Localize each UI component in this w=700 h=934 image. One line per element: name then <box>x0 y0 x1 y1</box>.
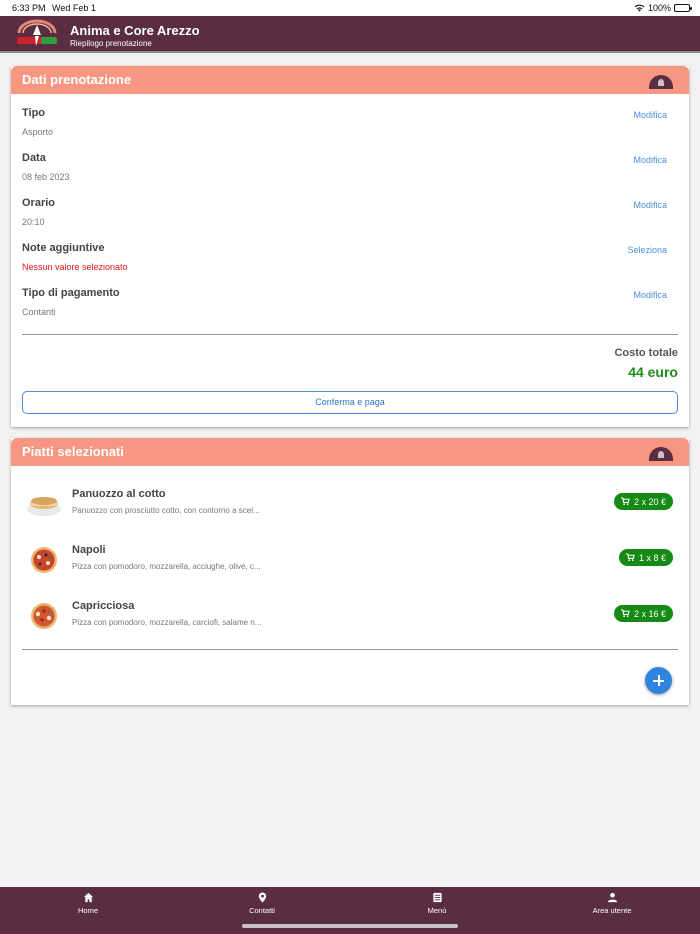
row-value: 20:10 <box>22 217 45 227</box>
row-label: Data <box>22 152 46 164</box>
quantity-text: 1 x 8 € <box>638 552 666 563</box>
app-title: Anima e Core Arezzo <box>70 23 200 38</box>
row-value: Contanti <box>22 307 56 317</box>
user-icon <box>607 892 617 903</box>
quantity-badge[interactable]: 1 x 8 € <box>618 549 673 566</box>
row-value: 08 feb 2023 <box>22 172 70 182</box>
row-label: Tipo <box>22 107 46 119</box>
dish-name: Capricciosa <box>72 600 135 612</box>
edit-date-link[interactable]: Modifica <box>633 155 667 165</box>
card-title: Piatti selezionati <box>22 444 124 459</box>
menu-book-icon <box>432 892 442 903</box>
row-label: Note aggiuntive <box>22 242 105 254</box>
edit-type-link[interactable]: Modifica <box>633 110 667 120</box>
pizza-image <box>31 603 57 629</box>
nav-label: Home <box>77 906 98 915</box>
nav-item-menu[interactable]: Menù <box>397 892 477 915</box>
home-icon <box>83 892 93 903</box>
app-header: Anima e Core Arezzo Riepilogo prenotazio… <box>0 16 700 53</box>
nav-label: Contatti <box>249 906 275 915</box>
cart-icon <box>620 497 630 506</box>
divider <box>22 649 678 650</box>
status-right: 100% <box>634 3 692 13</box>
quantity-text: 2 x 16 € <box>633 608 666 619</box>
dish-description: Pizza con pomodoro, mozzarella, acciughe… <box>72 562 261 571</box>
quantity-text: 2 x 20 € <box>633 496 666 507</box>
nav-item-user-area[interactable]: Area utente <box>572 892 652 915</box>
dish-name: Napoli <box>72 544 106 556</box>
cart-icon <box>620 609 630 618</box>
restaurant-logo-icon <box>17 19 57 46</box>
card-header: Piatti selezionati <box>11 438 689 466</box>
booking-summary-card: Dati prenotazione Tipo Asporto Modifica … <box>11 66 689 427</box>
sandwich-image <box>27 497 61 516</box>
edit-payment-link[interactable]: Modifica <box>633 290 667 300</box>
dish-description: Pizza con pomodoro, mozzarella, carciofi… <box>72 618 262 627</box>
total-label: Costo totale <box>614 347 678 359</box>
total-value: 44 euro <box>628 364 678 380</box>
pizza-oven-icon <box>649 75 673 89</box>
add-dish-button[interactable] <box>645 667 672 694</box>
dish-item[interactable]: Panuozzo al cotto Panuozzo con prosciutt… <box>22 486 678 522</box>
card-header: Dati prenotazione <box>11 66 689 94</box>
row-label: Orario <box>22 197 56 209</box>
row-value: Nessun valore selezionato <box>22 262 128 272</box>
quantity-badge[interactable]: 2 x 16 € <box>613 605 673 622</box>
dish-item[interactable]: Capricciosa Pizza con pomodoro, mozzarel… <box>22 598 678 634</box>
dish-item[interactable]: Napoli Pizza con pomodoro, mozzarella, a… <box>22 542 678 578</box>
card-title: Dati prenotazione <box>22 72 132 87</box>
cart-icon <box>625 553 635 562</box>
select-notes-link[interactable]: Seleziona <box>627 245 667 255</box>
dish-name: Panuozzo al cotto <box>72 488 166 500</box>
status-date: Wed Feb 1 <box>52 3 96 13</box>
row-label: Tipo di pagamento <box>22 287 120 299</box>
edit-time-link[interactable]: Modifica <box>633 200 667 210</box>
nav-label: Menù <box>427 906 447 915</box>
pizza-oven-icon <box>649 447 673 461</box>
status-bar: 6:33 PM Wed Feb 1 100% <box>0 0 700 16</box>
nav-item-contacts[interactable]: Contatti <box>222 892 302 915</box>
nav-item-home[interactable]: Home <box>48 892 128 915</box>
home-indicator <box>242 924 458 928</box>
page-subtitle: Riepilogo prenotazione <box>70 39 152 48</box>
quantity-badge[interactable]: 2 x 20 € <box>613 493 673 510</box>
nav-label: Area utente <box>592 906 632 915</box>
row-value: Asporto <box>22 127 54 137</box>
battery-percent: 100% <box>647 3 671 13</box>
battery-icon <box>674 4 692 12</box>
location-pin-icon <box>258 892 266 903</box>
status-time: 6:33 PM <box>12 3 46 13</box>
pizza-image <box>31 547 57 573</box>
divider <box>22 334 678 335</box>
dish-description: Panuozzo con prosciutto cotto, con conto… <box>72 506 260 515</box>
confirm-and-pay-button[interactable]: Conferma e paga <box>22 391 678 414</box>
selected-dishes-card: Piatti selezionati Panuozzo al cotto Pan… <box>11 438 689 705</box>
wifi-icon <box>634 4 645 12</box>
